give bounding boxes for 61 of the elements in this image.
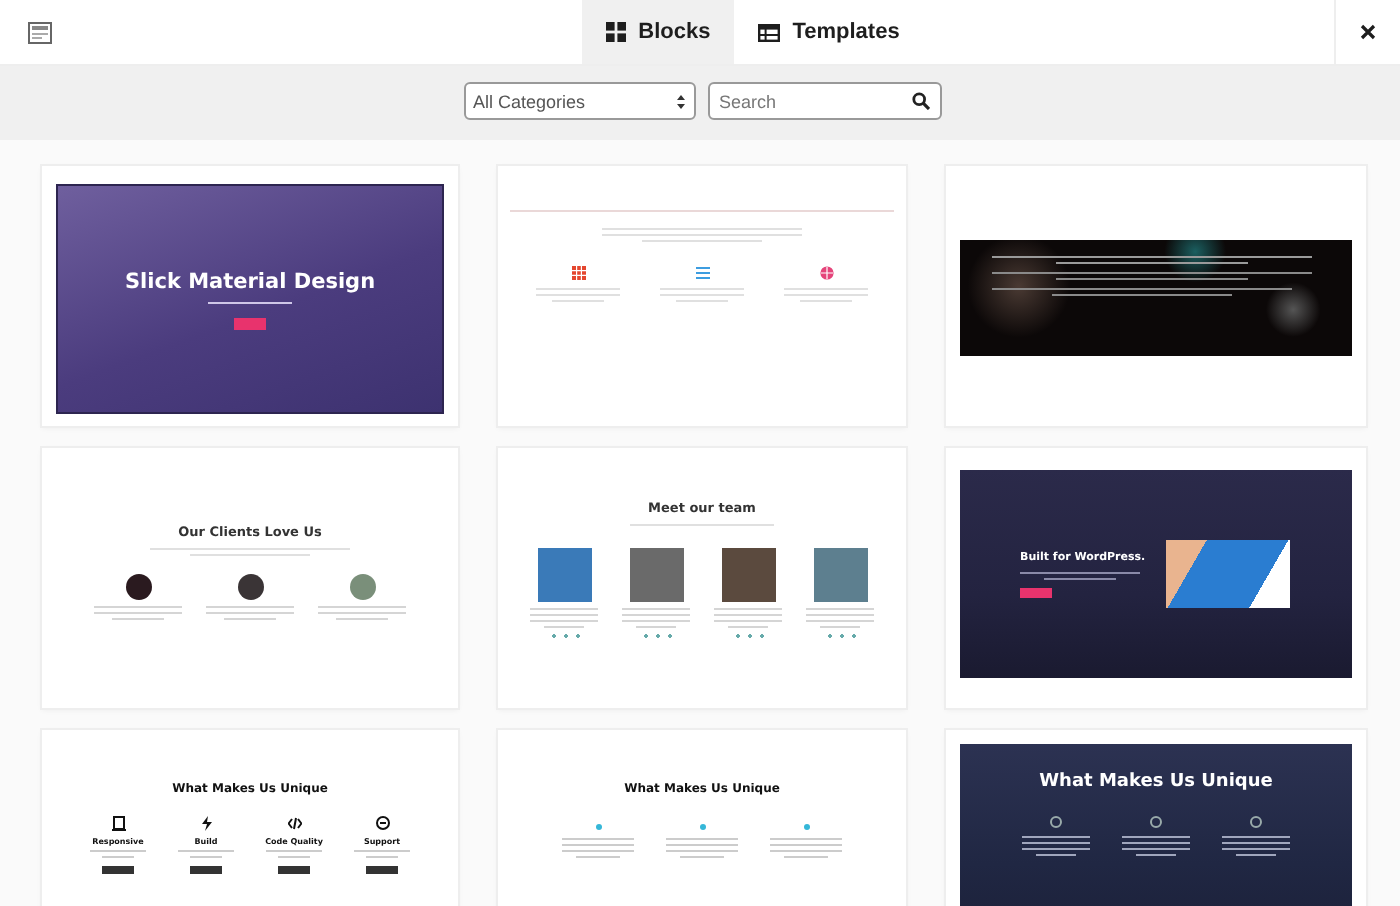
circle-icon xyxy=(1250,816,1262,828)
block-card[interactable]: Slick Material Design xyxy=(42,166,458,426)
banner-heading: What Makes Us Unique xyxy=(1039,772,1273,792)
dot-icon xyxy=(595,824,601,830)
text-lines-drawing xyxy=(1020,571,1140,579)
code-icon xyxy=(287,816,301,832)
bolt-icon xyxy=(199,816,213,832)
text-lines-drawing xyxy=(770,838,842,858)
circle-icon xyxy=(1050,816,1062,828)
lines-icon xyxy=(695,266,709,280)
text-lines-drawing xyxy=(178,850,234,858)
text-lines-drawing xyxy=(536,288,620,302)
cta-button-drawing xyxy=(234,317,266,329)
photo-placeholder xyxy=(813,548,867,602)
text-lines-drawing xyxy=(318,606,406,620)
block-card[interactable] xyxy=(946,166,1366,426)
globe-icon xyxy=(819,266,833,280)
circle-icon xyxy=(1150,816,1162,828)
grid-icon xyxy=(571,266,585,280)
tablet-icon xyxy=(111,816,125,832)
updown-caret-icon xyxy=(675,93,685,109)
dot-icon xyxy=(803,824,809,830)
button-drawing xyxy=(102,866,134,874)
text-lines-drawing xyxy=(660,288,744,302)
avatar-circle xyxy=(125,574,151,600)
close-icon xyxy=(1360,24,1376,40)
photo-placeholder xyxy=(721,548,775,602)
text-lines-drawing xyxy=(1122,836,1190,856)
text-lines-drawing xyxy=(714,608,782,628)
block-card[interactable]: What Makes Us Unique xyxy=(946,730,1366,906)
text-lines-drawing xyxy=(354,850,410,858)
search-field[interactable]: Search xyxy=(707,82,941,120)
text-lines-drawing xyxy=(1222,836,1290,856)
text-lines-drawing xyxy=(94,606,182,620)
button-drawing xyxy=(278,866,310,874)
text-lines-drawing xyxy=(562,838,634,858)
text-lines-drawing xyxy=(666,838,738,858)
photo-placeholder xyxy=(629,548,683,602)
button-drawing xyxy=(190,866,222,874)
photo-placeholder xyxy=(537,548,591,602)
text-lines-drawing xyxy=(206,606,294,620)
tab[interactable]: Blocks xyxy=(582,0,735,64)
text-lines-drawing xyxy=(266,850,322,858)
table-icon xyxy=(758,23,781,41)
grid-icon xyxy=(606,22,627,42)
text-lines-drawing xyxy=(622,608,690,628)
text-lines-drawing xyxy=(530,608,598,628)
category-dropdown[interactable]: All Categories xyxy=(463,82,695,120)
text-lines-drawing xyxy=(90,850,146,858)
video-thumbnail-placeholder xyxy=(1165,540,1290,608)
avatar-circle xyxy=(237,574,263,600)
text-lines-drawing xyxy=(806,608,874,628)
button-drawing xyxy=(366,866,398,874)
text-lines-drawing xyxy=(784,288,868,302)
banner-heading: Slick Material Design xyxy=(124,269,376,293)
avatar-circle xyxy=(349,574,375,600)
library-logo-icon xyxy=(28,21,52,43)
text-lines-drawing xyxy=(1022,836,1090,856)
dot-icon xyxy=(699,824,705,830)
cta-button-drawing xyxy=(1020,587,1052,597)
search-icon xyxy=(911,92,929,110)
